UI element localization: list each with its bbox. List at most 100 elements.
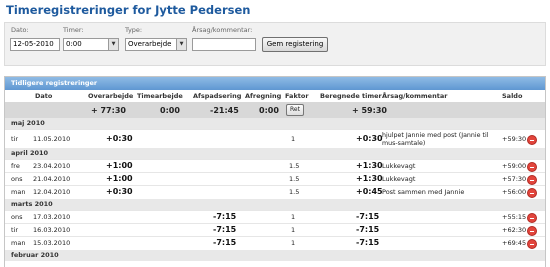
faktor: 1	[291, 239, 296, 247]
delete-icon[interactable]	[527, 162, 537, 172]
registration-form: Dato: Timer: Type: Årsag/kommentar: 12-0…	[4, 22, 546, 66]
ret-faktor-button[interactable]: Ret	[286, 104, 304, 116]
day: ons	[11, 175, 23, 183]
col-kommentar: Årsag/kommentar	[382, 92, 448, 100]
sum-overarbejde: + 77:30	[91, 106, 126, 115]
afspadsering: -7:15	[213, 225, 237, 234]
beregnede: -7:15	[356, 225, 380, 234]
day: tir	[11, 226, 19, 234]
gem-registering-button[interactable]: Gem registering	[262, 37, 328, 52]
table-row: fre 23.04.2010 +1:00 1.5 +1:30 Lukkevagt…	[5, 159, 545, 173]
table-row: ons 21.04.2010 +1:00 1.5 +1:30 Lukkevagt…	[5, 172, 545, 186]
delete-icon[interactable]	[527, 226, 537, 236]
timer-label: Timer:	[63, 26, 84, 34]
beregnede: -7:15	[356, 238, 380, 247]
summary-row: + 77:30 0:00 -21:45 0:00 Ret + 59:30	[5, 102, 545, 118]
month-label: februar 2010	[11, 251, 59, 259]
date: 16.03.2010	[33, 226, 71, 234]
day: fre	[11, 162, 20, 170]
day: man	[11, 188, 26, 196]
table-row: tir 16.03.2010 -7:15 1 -7:15 +62:30	[5, 223, 545, 237]
table-header: Dato Overarbejde Timearbejde Afspadserin…	[5, 90, 545, 102]
faktor: 1.5	[289, 175, 300, 183]
col-dato: Dato	[35, 92, 53, 100]
month-header: marts 2010	[5, 199, 545, 210]
faktor: 1	[291, 135, 296, 143]
chevron-down-icon: ▼	[176, 39, 186, 50]
table-row: man 15.03.2010 -7:15 1 -7:15 +69:45	[5, 236, 545, 250]
faktor: 1	[291, 226, 296, 234]
previous-registrations-panel: Tidligere registreringer Dato Overarbejd…	[4, 76, 546, 267]
timer-select[interactable]: 0:00 ▼	[63, 38, 119, 51]
saldo: +62:30	[502, 226, 527, 234]
kommentar: Post sammen med Jannie	[382, 188, 465, 196]
date: 17.03.2010	[33, 213, 71, 221]
month-label: april 2010	[11, 149, 49, 157]
beregnede: +1:30	[356, 174, 383, 183]
saldo: +69:45	[502, 239, 527, 247]
overarbejde: +1:00	[106, 174, 133, 183]
col-saldo: Saldo	[502, 92, 523, 100]
date: 11.05.2010	[33, 135, 71, 143]
kommentar-label: Årsag/kommentar:	[192, 26, 253, 34]
afspadsering: -7:15	[213, 238, 237, 247]
kommentar-input[interactable]	[192, 38, 256, 51]
kommentar: Lukkevagt	[382, 175, 416, 183]
table-row: ons 17.03.2010 -7:15 1 -7:15 +55:15	[5, 210, 545, 224]
overarbejde: +0:30	[106, 187, 133, 196]
date: 21.04.2010	[33, 175, 71, 183]
beregnede: +0:30	[356, 134, 383, 143]
timer-select-value: 0:00	[66, 40, 82, 48]
saldo: +55:15	[502, 213, 527, 221]
saldo: +56:00	[502, 188, 527, 196]
type-select-value: Overarbejde	[128, 40, 172, 48]
kommentar: hjulpet Jannie med post (Jannie til mus-…	[382, 132, 489, 147]
overarbejde: +0:30	[106, 134, 133, 143]
saldo: +59:00	[502, 162, 527, 170]
col-overarbejde: Overarbejde	[88, 92, 134, 100]
faktor: 1	[291, 213, 296, 221]
afspadsering: -7:15	[213, 212, 237, 221]
delete-icon[interactable]	[527, 175, 537, 185]
date: 12.04.2010	[33, 188, 71, 196]
sum-afspadsering: -21:45	[210, 106, 239, 115]
month-label: maj 2010	[11, 119, 45, 127]
chevron-down-icon: ▼	[108, 39, 118, 50]
dato-label: Dato:	[11, 26, 29, 34]
delete-icon[interactable]	[527, 239, 537, 249]
month-label: marts 2010	[11, 200, 53, 208]
kommentar: Lukkevagt	[382, 162, 416, 170]
sum-afregning: 0:00	[259, 106, 279, 115]
saldo: +57:30	[502, 175, 527, 183]
type-select[interactable]: Overarbejde ▼	[125, 38, 187, 51]
col-beregnede-timer: Beregnede timer	[320, 92, 382, 100]
faktor: 1.5	[289, 188, 300, 196]
sum-timearbejde: 0:00	[160, 106, 180, 115]
date: 23.04.2010	[33, 162, 71, 170]
month-header: april 2010	[5, 148, 545, 159]
table-row: man 12.04.2010 +0:30 1.5 +0:45 Post samm…	[5, 185, 545, 199]
table-row: tir 11.05.2010 +0:30 1 +0:30 hjulpet Jan…	[5, 129, 545, 149]
day: tir	[11, 135, 19, 143]
month-header: februar 2010	[5, 250, 545, 261]
col-afspadsering: Afspadsering	[193, 92, 242, 100]
page-title: Timeregistreringer for Jytte Pedersen	[6, 3, 251, 17]
date: 15.03.2010	[33, 239, 71, 247]
month-header: maj 2010	[5, 118, 545, 129]
beregnede: +0:45	[356, 187, 383, 196]
day: ons	[11, 213, 23, 221]
type-label: Type:	[125, 26, 143, 34]
delete-icon[interactable]	[527, 188, 537, 198]
delete-icon[interactable]	[527, 213, 537, 223]
delete-icon[interactable]	[527, 135, 537, 145]
panel-title: Tidligere registreringer	[5, 77, 545, 90]
saldo: +59:30	[502, 135, 527, 143]
col-faktor: Faktor	[285, 92, 309, 100]
faktor: 1.5	[289, 162, 300, 170]
beregnede: +1:30	[356, 161, 383, 170]
sum-beregnede: + 59:30	[352, 106, 387, 115]
beregnede: -7:15	[356, 212, 380, 221]
col-timearbejde: Timearbejde	[137, 92, 183, 100]
overarbejde: +1:00	[106, 161, 133, 170]
dato-input[interactable]: 12-05-2010	[10, 38, 60, 51]
